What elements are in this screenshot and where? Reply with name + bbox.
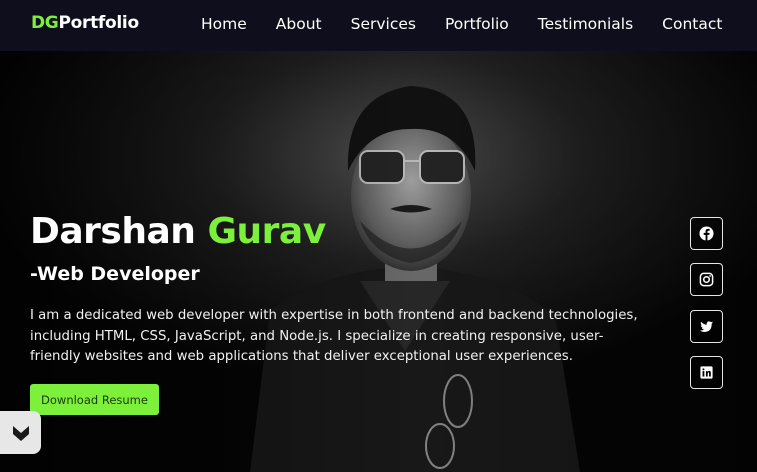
twitter-icon[interactable] <box>690 310 723 343</box>
first-name: Darshan <box>30 211 196 252</box>
chevron-down-icon <box>12 425 29 441</box>
nav-link-services[interactable]: Services <box>351 15 416 33</box>
nav-link-home[interactable]: Home <box>201 15 247 33</box>
facebook-icon[interactable] <box>690 217 723 250</box>
side-tab[interactable] <box>0 411 41 454</box>
site-logo[interactable]: DGPortfolio <box>31 13 139 33</box>
logo-rest: Portfolio <box>58 13 139 33</box>
nav-link-portfolio[interactable]: Portfolio <box>445 15 509 33</box>
download-resume-button[interactable]: Download Resume <box>30 384 159 415</box>
linkedin-icon[interactable] <box>690 356 723 389</box>
hero-role: -Web Developer <box>30 263 200 285</box>
nav-link-about[interactable]: About <box>276 15 322 33</box>
hero-bio: I am a dedicated web developer with expe… <box>30 308 638 364</box>
nav-link-testimonials[interactable]: Testimonials <box>538 15 633 33</box>
logo-accent: DG <box>31 13 59 33</box>
instagram-icon[interactable] <box>690 263 723 296</box>
hero-section: Darshan Gurav -Web Developer I am a dedi… <box>0 51 757 472</box>
nav-links: Home About Services Portfolio Testimonia… <box>201 15 722 33</box>
nav-link-contact[interactable]: Contact <box>662 15 722 33</box>
last-name: Gurav <box>207 211 326 252</box>
hero-name: Darshan Gurav <box>30 211 326 252</box>
navbar: DGPortfolio Home About Services Portfoli… <box>0 0 757 51</box>
